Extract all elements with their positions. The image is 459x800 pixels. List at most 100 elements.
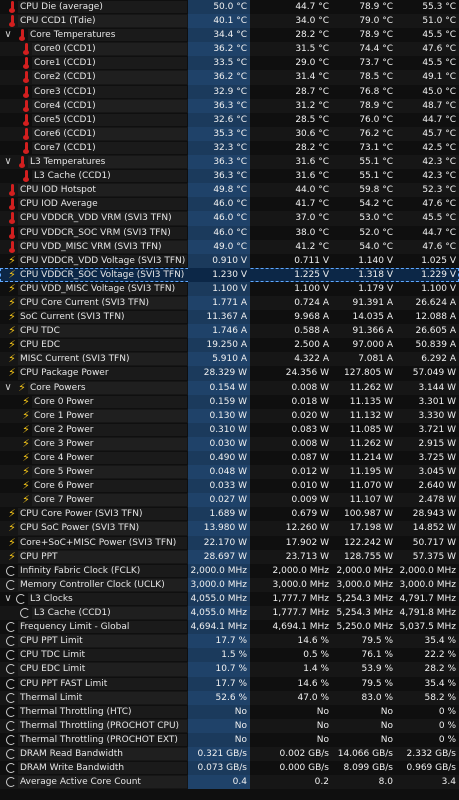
sensor-row[interactable]: Core5 (CCD1) 32.6 °C 28.5 °C 76.0 °C 44.7 °C	[0, 112, 459, 127]
sensor-name: DRAM Read Bandwidth	[20, 748, 123, 759]
sensor-row[interactable]: Thermal Limit 52.6 % 47.0 % 83.0 % 58.2 %	[0, 690, 459, 705]
sensor-name: Core 3 Power	[34, 438, 94, 449]
sensor-row[interactable]: ⚡ CPU EDC 19.250 A 2.500 A 97.000 A 50.839 A	[0, 338, 459, 353]
sensor-name: CPU CCD1 (Tdie)	[20, 16, 96, 27]
sensor-row[interactable]: CPU VDDCR_VDD VRM (SVI3 TFN) 46.0 °C 37.0 …	[0, 211, 459, 226]
current-value: 17.7 %	[188, 676, 250, 691]
sensor-row[interactable]: CPU IOD Hotspot 49.8 °C 44.0 °C 59.8 °C 52.3…	[0, 183, 459, 198]
sensor-row[interactable]: Core4 (CCD1) 36.3 °C 31.2 °C 78.9 °C 48.7 °C	[0, 98, 459, 113]
average-value: 2.915 W	[418, 438, 456, 449]
sensor-row[interactable]: ⚡ Core 0 Power 0.159 W 0.018 W 11.135 W 3.301…	[0, 394, 459, 409]
lightning-bolt-icon: ⚡	[22, 451, 30, 464]
sensor-row[interactable]: ⚡ CPU Core Current (SVI3 TFN) 1.771 A 0.724…	[0, 295, 459, 311]
sensor-row[interactable]: CPU IOD Average 46.0 °C 41.7 °C 54.2 °C 47.6…	[0, 197, 459, 212]
lightning-bolt-icon: ⚡	[8, 281, 16, 295]
minimum-value: 9.968 A	[294, 312, 329, 323]
sensor-label-cell: Thermal Throttling (PROCHOT EXT)	[0, 733, 187, 747]
maximum-value: 73.1 °C	[359, 142, 393, 153]
sensor-row[interactable]: Memory Controller Clock (UCLK) 3,000.0 MH…	[0, 577, 459, 592]
sensor-row[interactable]: Core0 (CCD1) 36.2 °C 31.5 °C 74.4 °C 47.6 °C	[0, 42, 459, 57]
sensor-row[interactable]: Core3 (CCD1) 32.9 °C 28.7 °C 76.8 °C 45.0 °C	[0, 84, 459, 99]
sensor-row[interactable]: CPU TDC Limit 1.5 % 0.5 % 76.1 % 22.2 %	[0, 648, 459, 663]
lightning-bolt-icon: ⚡	[8, 366, 16, 380]
sensor-label-cell: ⚡ CPU SoC Power (SVI3 TFN)	[0, 521, 187, 535]
sensor-row[interactable]: ⚡ Core 5 Power 0.048 W 0.012 W 11.195 W 3.045…	[0, 465, 459, 480]
sensor-name: Memory Controller Clock (UCLK)	[20, 579, 165, 590]
sensor-row[interactable]: Core7 (CCD1) 32.3 °C 28.2 °C 73.1 °C 42.5 °C	[0, 140, 459, 156]
sensor-row[interactable]: ⚡ CPU PPT 28.697 W 23.713 W 128.755 W 57.375 …	[0, 549, 459, 564]
sensor-row[interactable]: CPU Die (average) 50.0 °C 44.7 °C 78.9 °C 55…	[0, 0, 459, 15]
minimum-value: 0.588 A	[294, 326, 329, 337]
sensor-row[interactable]: Thermal Throttling (PROCHOT CPU) No No No 0 …	[0, 718, 459, 733]
current-value: 36.3 °C	[188, 155, 250, 170]
collapse-chevron-icon[interactable]: ∨	[2, 156, 14, 168]
sensor-row[interactable]: ⚡ CPU TDC 1.746 A 0.588 A 91.366 A 26.605 A	[0, 324, 459, 339]
sensor-row[interactable]: Core2 (CCD1) 36.2 °C 31.4 °C 78.5 °C 49.1 °C	[0, 70, 459, 85]
sensor-name: CPU Die (average)	[20, 2, 103, 12]
sensor-row[interactable]: Average Active Core Count 0.4 0.2 8.0 3.4	[0, 775, 459, 790]
thermometer-icon	[20, 113, 32, 126]
minimum-value: 1,777.7 MHz	[272, 593, 329, 604]
collapse-chevron-icon[interactable]: ∨	[2, 593, 14, 605]
sensor-row[interactable]: ∨ L3 Clocks 4,055.0 MHz 1,777.7 MHz 5,254.3 …	[0, 591, 459, 607]
sensor-label-cell: ⚡ Core 7 Power	[0, 493, 187, 507]
sensor-row[interactable]: ⚡ Core 6 Power 0.033 W 0.010 W 11.070 W 2.640…	[0, 479, 459, 494]
sensor-row[interactable]: Core1 (CCD1) 33.5 °C 29.0 °C 73.7 °C 45.5 °C	[0, 56, 459, 71]
sensor-row[interactable]: ⚡ CPU SoC Power (SVI3 TFN) 13.980 W 12.260 …	[0, 521, 459, 536]
average-value: 2.332 GB/s	[406, 748, 457, 759]
sensor-label-cell: Frequency Limit - Global	[0, 620, 187, 634]
minimum-value: 0.2	[314, 777, 329, 788]
sensor-row[interactable]: Thermal Throttling (HTC) No No No 0 %	[0, 704, 459, 719]
maximum-value: 52.0 °C	[359, 227, 393, 238]
sensor-row[interactable]: ⚡ MISC Current (SVI3 TFN) 5.910 A 4.322 A 7.…	[0, 352, 459, 367]
sensor-row[interactable]: ⚡ CPU VDDCR_SOC Voltage (SVI3 TFN) 1.230 V…	[0, 267, 459, 282]
sensor-row[interactable]: CPU PPT Limit 17.7 % 14.6 % 79.5 % 35.4 %	[0, 634, 459, 649]
current-value: 36.3 °C	[188, 169, 250, 184]
sensor-row[interactable]: Thermal Throttling (PROCHOT EXT) No No No 0 …	[0, 732, 459, 747]
sensor-row[interactable]: ⚡ Core 7 Power 0.027 W 0.009 W 11.107 W 2.478…	[0, 493, 459, 508]
average-value: 6.292 A	[421, 354, 456, 365]
sensor-name: CPU IOD Average	[20, 199, 98, 210]
sensor-row[interactable]: L3 Cache (CCD1) 36.3 °C 31.6 °C 55.1 °C 42.3…	[0, 169, 459, 184]
current-value: 1.230 V	[188, 267, 250, 282]
sensor-row[interactable]: CPU PPT FAST Limit 17.7 % 14.6 % 79.5 % 35.4…	[0, 676, 459, 691]
collapse-chevron-icon[interactable]: ∨	[2, 29, 14, 41]
sensor-row[interactable]: CPU VDDCR_SOC VRM (SVI3 TFN) 46.0 °C 38.0 …	[0, 225, 459, 240]
sensor-label-cell: Core4 (CCD1)	[0, 99, 187, 113]
sensor-row[interactable]: ∨ Core Temperatures 34.4 °C 28.2 °C 78.9 °C 4…	[0, 28, 459, 43]
sensor-row[interactable]: DRAM Read Bandwidth 0.321 GB/s 0.002 GB/s 1…	[0, 746, 459, 762]
sensor-row[interactable]: ∨ L3 Temperatures 36.3 °C 31.6 °C 55.1 °C 42.…	[0, 155, 459, 170]
sensor-row[interactable]: ⚡ Core 1 Power 0.130 W 0.020 W 11.132 W 3.330…	[0, 408, 459, 423]
sensor-row[interactable]: ⚡ CPU Package Power 28.329 W 24.356 W 127.80…	[0, 366, 459, 381]
average-value: 22.2 %	[424, 650, 456, 661]
sensor-name: CPU VDD_MISC VRM (SVI3 TFN)	[20, 241, 162, 252]
sensor-row[interactable]: DRAM Write Bandwidth 0.073 GB/s 0.000 GB/s…	[0, 761, 459, 776]
sensor-row[interactable]: ∨ ⚡ Core Powers 0.154 W 0.008 W 11.262 W 3.144…	[0, 380, 459, 395]
average-value: 3,000.0 MHz	[399, 579, 456, 590]
sensor-row[interactable]: ⚡ SoC Current (SVI3 TFN) 11.367 A 9.968 A 14…	[0, 310, 459, 325]
lightning-bolt-icon: ⚡	[22, 408, 30, 422]
collapse-chevron-icon[interactable]: ∨	[2, 382, 14, 394]
sensor-row[interactable]: ⚡ Core 2 Power 0.310 W 0.083 W 11.085 W 3.721…	[0, 422, 459, 437]
sensor-row[interactable]: ⚡ CPU VDDCR_VDD Voltage (SVI3 TFN) 0.910 V…	[0, 253, 459, 268]
sensor-row[interactable]: ⚡ Core+SoC+MISC Power (SVI3 TFN) 22.170 W 1…	[0, 535, 459, 550]
sensor-name: Average Active Core Count	[20, 777, 141, 788]
sensor-row[interactable]: Frequency Limit - Global 4,694.1 MHz 4,694…	[0, 620, 459, 635]
sensor-row[interactable]: ⚡ CPU Core Power (SVI3 TFN) 1.689 W 0.679 W…	[0, 507, 459, 522]
sensor-label-cell: CPU VDDCR_SOC VRM (SVI3 TFN)	[0, 226, 187, 240]
sensor-row[interactable]: CPU VDD_MISC VRM (SVI3 TFN) 49.0 °C 41.2 °…	[0, 239, 459, 254]
sensor-name: CPU EDC Limit	[20, 664, 86, 675]
sensor-row[interactable]: ⚡ CPU VDD_MISC Voltage (SVI3 TFN) 1.100 V 1…	[0, 281, 459, 296]
sensor-name: CPU VDD_MISC Voltage (SVI3 TFN)	[20, 283, 176, 294]
sensor-row[interactable]: Core6 (CCD1) 35.3 °C 30.6 °C 76.2 °C 45.7 °C	[0, 126, 459, 141]
sensor-row[interactable]: ⚡ Core 4 Power 0.490 W 0.087 W 11.214 W 3.725…	[0, 451, 459, 466]
sensor-row[interactable]: Infinity Fabric Clock (FCLK) 2,000.0 MHz 2…	[0, 563, 459, 578]
sensor-row[interactable]: L3 Cache (CCD1) 4,055.0 MHz 1,777.7 MHz 5,2…	[0, 606, 459, 621]
sensor-row[interactable]: ⚡ Core 3 Power 0.030 W 0.008 W 11.262 W 2.915…	[0, 436, 459, 451]
thermometer-icon	[6, 240, 18, 253]
sensor-row[interactable]: CPU CCD1 (Tdie) 40.1 °C 34.0 °C 79.0 °C 51.0…	[0, 14, 459, 29]
clock-icon	[16, 593, 26, 604]
sensor-row[interactable]: CPU EDC Limit 10.7 % 1.4 % 53.9 % 28.2 %	[0, 662, 459, 677]
average-value: 0.969 GB/s	[406, 763, 457, 774]
average-value: 26.605 A	[415, 326, 456, 337]
